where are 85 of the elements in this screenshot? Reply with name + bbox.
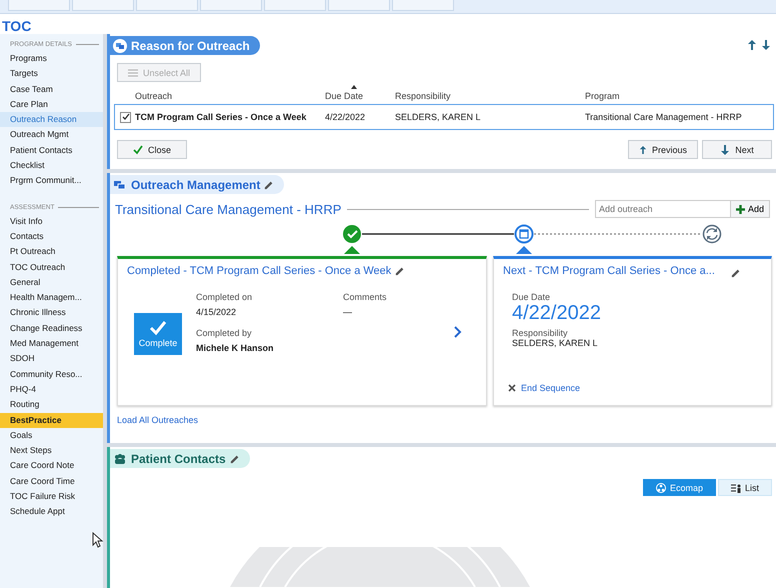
view-toggle[interactable]: List [718,479,772,496]
field-label: Comments [343,292,387,302]
load-all-link[interactable]: Load All Outreaches [117,415,198,425]
table-cell-text: SELDERS, KAREN L [395,112,482,122]
pencil-icon[interactable] [731,268,741,278]
sidebar-item[interactable]: Care Coord Time [0,474,103,490]
card-title[interactable]: Next - TCM Program Call Series - Once a... [503,265,715,277]
pencil-icon[interactable] [264,180,274,190]
view-toggle[interactable]: Ecomap [642,479,716,496]
due-date: 4/22/2022 [512,302,601,325]
sort-icon [351,85,357,89]
sidebar-item[interactable]: General [0,274,103,290]
table-cell-text: Transitional Care Management - HRRP [585,112,743,122]
table-row[interactable]: TCM Program Call Series - Once a Week 4/22/2022 SELDERS, KAREN L Transitional Care Management - HRRP [114,104,774,130]
sidebar-item[interactable]: Health Managem... [0,290,103,306]
sidebar-item[interactable]: Routing [0,397,103,413]
sidebar-item[interactable]: Outreach Mgmt [0,127,103,143]
chevron-right-icon[interactable] [454,326,462,338]
arrow-up-icon[interactable] [748,40,756,50]
mouse-pointer-icon [92,532,104,548]
pencil-icon[interactable] [230,454,240,464]
column-header[interactable]: Program [585,85,620,101]
card-title[interactable]: Completed - TCM Program Call Series - Once a Week [127,265,392,277]
section-title: Reason for Outreach [110,36,260,55]
sidebar-item[interactable]: Visit Info [0,214,103,229]
sidebar-item[interactable]: Goals [0,428,103,444]
field-label: Due Date [512,292,550,302]
checkbox[interactable] [120,112,131,122]
close-icon [508,384,516,392]
sidebar-item[interactable]: Case Team [0,82,103,97]
close-button[interactable]: Close [117,140,187,159]
field-value: SELDERS, KAREN L [512,338,598,348]
arrow-down-icon [720,144,730,154]
column-header[interactable]: Outreach [135,85,172,101]
sidebar-item[interactable]: Schedule Appt [0,504,103,520]
section-title: Patient Contacts [110,449,250,468]
sidebar-item[interactable]: Targets [0,66,103,82]
add-outreach-field[interactable]: Add outreach [594,200,731,218]
ecomap-icon [656,482,666,492]
sidebar-item[interactable]: Change Readiness [0,320,103,336]
program-title: Transitional Care Management - HRRP [115,202,342,216]
section-title: Outreach Management [110,175,284,194]
column-header[interactable]: Responsibility [395,85,451,101]
add-button[interactable]: Add [730,200,770,218]
sidebar-item[interactable]: Checklist [0,158,103,174]
sidebar-item[interactable]: Patient Contacts [0,142,103,158]
field-label: Completed by [196,328,252,338]
sidebar-item[interactable]: BestPractice [0,412,103,428]
sidebar-item[interactable]: Med Management [0,336,103,352]
field-value: — [343,307,352,317]
sidebar-item[interactable]: Outreach Reason [0,112,103,128]
check-icon [132,144,143,154]
sidebar-item[interactable]: Pt Outreach [0,244,103,260]
field-value: 4/15/2022 [196,307,236,317]
sidebar-item[interactable]: Community Reso... [0,366,103,382]
sidebar-item[interactable]: TOC Failure Risk [0,489,103,504]
sidebar-item[interactable]: Programs [0,51,103,66]
field-label: Responsibility [512,328,568,338]
sidebar-item[interactable]: Care Coord Note [0,458,103,474]
sidebar-item[interactable]: Contacts [0,228,103,244]
field-label: Completed on [196,292,252,302]
previous-button[interactable]: Previous [628,140,698,159]
sidebar-item[interactable]: SDOH [0,351,103,367]
page-title: TOC [1,17,32,34]
table-cell-text: TCM Program Call Series - Once a Week [135,112,308,122]
field-value: Michele K Hanson [196,343,274,353]
pencil-icon[interactable] [395,266,406,276]
list-icon [730,482,741,492]
plus-icon [736,204,745,214]
end-sequence-link[interactable]: End Sequence [508,383,580,393]
list-icon [128,68,138,78]
column-header[interactable]: Due Date [325,85,364,101]
sidebar-item[interactable]: Chronic Illness [0,305,103,321]
sidebar-item[interactable]: Prgrm Communit... [0,173,103,189]
sidebar-item[interactable]: PHQ-4 [0,382,103,398]
arrow-down-icon[interactable] [762,40,770,50]
badge-label: Complete [138,338,178,348]
check-icon [149,320,167,336]
sidebar-item[interactable]: TOC Outreach [0,260,103,275]
sidebar-item[interactable]: Care Plan [0,96,103,112]
sidebar-item[interactable]: Next Steps [0,443,103,458]
arrow-up-icon [639,144,647,154]
table-cell-text: 4/22/2022 [325,112,366,122]
chat-icon [113,38,127,52]
next-button[interactable]: Next [702,140,772,159]
